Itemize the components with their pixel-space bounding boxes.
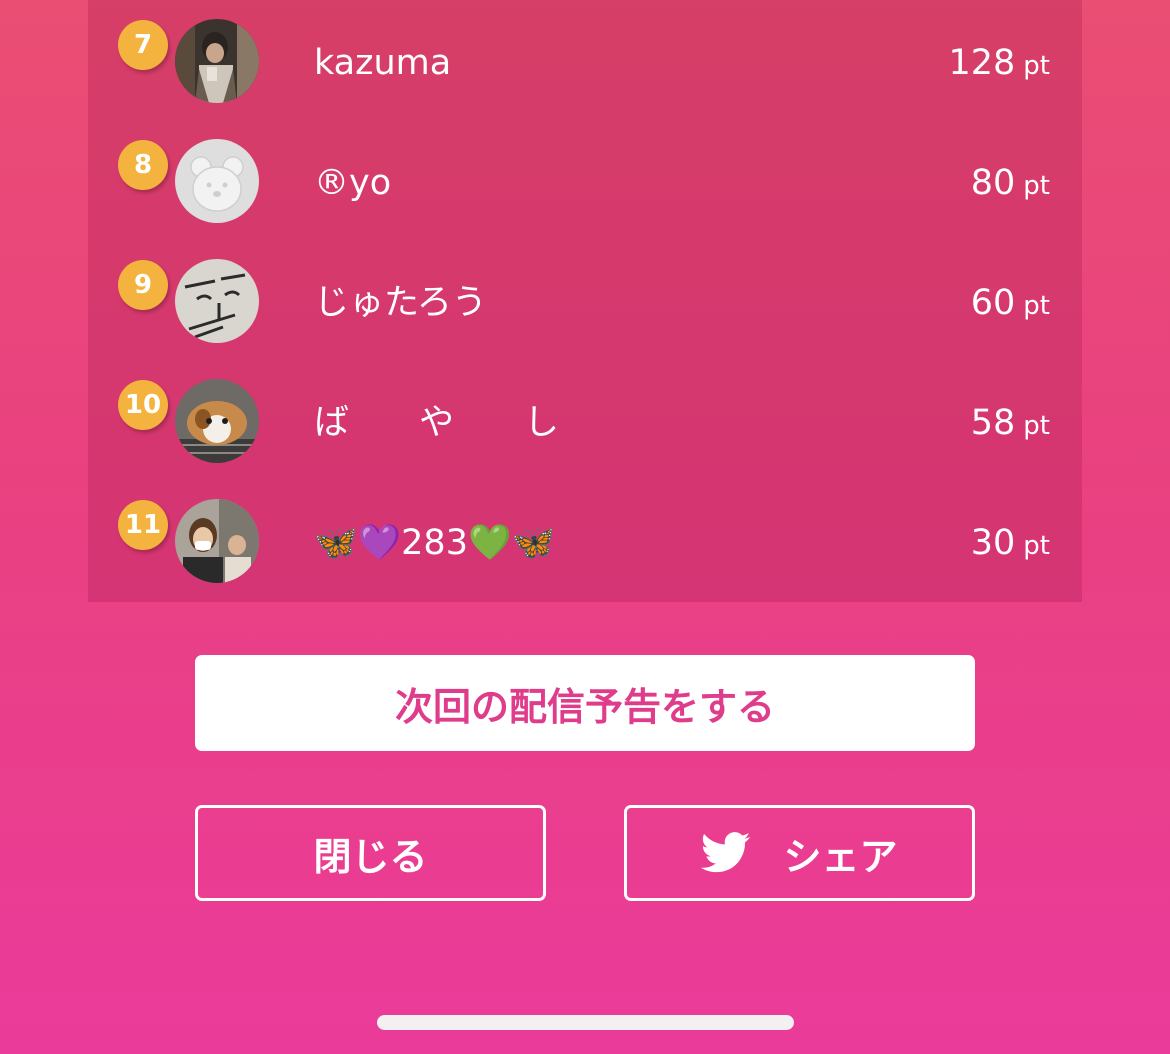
points-unit: pt bbox=[1023, 291, 1050, 321]
ranking-row[interactable]: 10 ば や し 58 pt bbox=[88, 360, 1082, 480]
user-name: kazuma bbox=[314, 43, 452, 83]
points: 58 pt bbox=[971, 403, 1050, 446]
share-button-label: シェア bbox=[783, 834, 898, 879]
home-indicator[interactable] bbox=[377, 1015, 794, 1030]
user-avatar[interactable] bbox=[175, 379, 259, 463]
user-avatar[interactable] bbox=[175, 19, 259, 103]
points-unit: pt bbox=[1023, 531, 1050, 561]
points-value: 60 bbox=[970, 283, 1016, 323]
rank-badge: 9 bbox=[118, 260, 168, 310]
ranking-row[interactable]: 8 ®yo 80 pt bbox=[88, 120, 1082, 240]
close-button[interactable]: 閉じる bbox=[195, 805, 546, 901]
ranking-row[interactable]: 7 kazuma 128 pt bbox=[88, 0, 1082, 120]
guinea-pig-avatar bbox=[175, 379, 259, 463]
two-people-selfie-avatar bbox=[175, 499, 259, 583]
rank-badge: 11 bbox=[118, 500, 168, 550]
rank-badge: 10 bbox=[118, 380, 168, 430]
user-avatar[interactable] bbox=[175, 499, 259, 583]
user-name: ®yo bbox=[314, 163, 392, 203]
user-name: ば や し bbox=[314, 403, 560, 443]
points-value: 128 bbox=[948, 43, 1016, 83]
schedule-next-stream-button[interactable]: 次回の配信予告をする bbox=[195, 655, 975, 751]
doodle-face-avatar bbox=[175, 259, 259, 343]
points: 80 pt bbox=[971, 163, 1050, 206]
points-value: 58 bbox=[970, 403, 1016, 443]
schedule-button-label: 次回の配信予告をする bbox=[394, 684, 775, 729]
points-value: 30 bbox=[970, 523, 1016, 563]
rank-badge: 7 bbox=[118, 20, 168, 70]
user-avatar[interactable] bbox=[175, 139, 259, 223]
points-value: 80 bbox=[970, 163, 1016, 203]
user-name: じゅたろう bbox=[314, 283, 487, 323]
close-button-label: 閉じる bbox=[313, 834, 428, 879]
man-mirror-selfie-avatar bbox=[175, 19, 259, 103]
points-unit: pt bbox=[1023, 411, 1050, 441]
ranking-list: 7 kazuma 128 pt 8 ®yo 80 pt 9 じゅたろう 60 p… bbox=[88, 0, 1082, 602]
twitter-bird-icon bbox=[701, 832, 751, 873]
ranking-row[interactable]: 9 じゅたろう 60 pt bbox=[88, 240, 1082, 360]
points-unit: pt bbox=[1023, 51, 1050, 81]
points: 128 pt bbox=[948, 43, 1050, 86]
ranking-row[interactable]: 11 🦋💜283💚🦋 30 pt bbox=[88, 480, 1082, 600]
rank-badge: 8 bbox=[118, 140, 168, 190]
default-bear-avatar bbox=[175, 139, 259, 223]
points: 60 pt bbox=[971, 283, 1050, 326]
points-unit: pt bbox=[1023, 171, 1050, 201]
user-avatar[interactable] bbox=[175, 259, 259, 343]
user-name: 🦋💜283💚🦋 bbox=[314, 523, 556, 563]
points: 30 pt bbox=[971, 523, 1050, 566]
share-button[interactable]: シェア bbox=[624, 805, 975, 901]
